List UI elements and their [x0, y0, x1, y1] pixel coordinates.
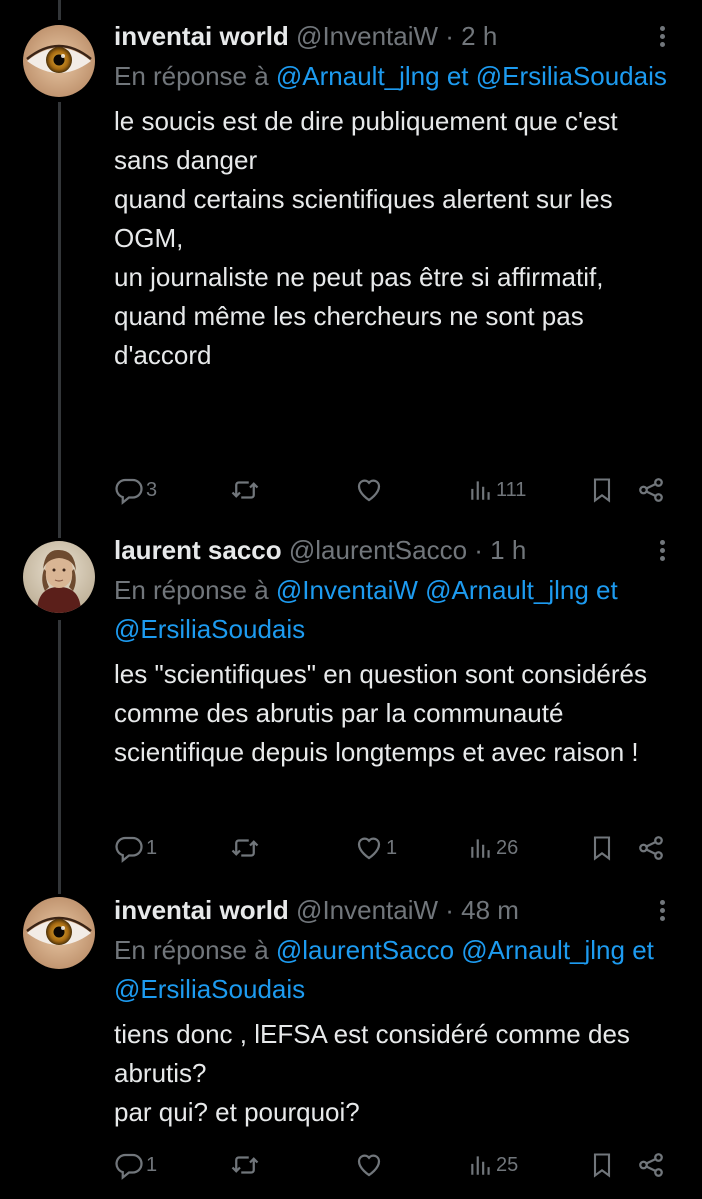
like-button[interactable]: 1: [354, 830, 397, 866]
reply-prefix: En réponse à: [114, 935, 276, 965]
like-button[interactable]: [354, 472, 386, 508]
thread-line: [58, 620, 61, 886]
bookmark-button[interactable]: [588, 830, 616, 866]
bookmark-button[interactable]: [588, 1147, 616, 1183]
timestamp[interactable]: 1 h: [490, 535, 526, 565]
tweet-text: les "scientifiques" en question sont con…: [114, 659, 647, 767]
like-button[interactable]: [354, 1147, 386, 1183]
more-icon[interactable]: [652, 900, 672, 924]
reply-mentions[interactable]: @Arnault_jlng et @ErsiliaSoudais: [276, 61, 667, 91]
tweet-text: le soucis est de dire publiquement que c…: [114, 106, 618, 370]
timestamp[interactable]: 48 m: [461, 895, 519, 925]
share-icon: [639, 1153, 663, 1177]
more-icon[interactable]: [652, 540, 672, 564]
thread-line: [58, 886, 61, 894]
like-count: 1: [386, 836, 398, 859]
bookmark-icon: [593, 478, 611, 503]
views-icon: [471, 1156, 490, 1175]
like-icon: [357, 837, 381, 860]
tweet-header: laurent sacco @laurentSacco · 1 h: [114, 532, 672, 568]
views-count: 26: [496, 836, 519, 859]
views-icon: [471, 481, 490, 500]
bookmark-icon: [593, 836, 611, 861]
reply-context: En réponse à @laurentSacco @Arnault_jlng…: [114, 931, 672, 1009]
reply-button[interactable]: 1: [114, 1147, 157, 1183]
reply-icon: [115, 478, 143, 505]
reply-icon: [115, 1153, 143, 1180]
thread-line: [58, 0, 61, 20]
action-bar: 1 25: [114, 1147, 674, 1183]
separator-dot: ·: [467, 535, 491, 565]
reply-context: En réponse à @Arnault_jlng et @ErsiliaSo…: [114, 57, 672, 96]
repost-button[interactable]: [230, 1147, 262, 1183]
reply-context: En réponse à @InventaiW @Arnault_jlng et…: [114, 571, 672, 649]
views-button[interactable]: 26: [468, 830, 518, 866]
avatar[interactable]: [23, 897, 95, 969]
views-count: 25: [496, 1153, 519, 1176]
reply-count: 1: [146, 1153, 158, 1176]
share-button[interactable]: [636, 830, 666, 866]
reply-prefix: En réponse à: [114, 61, 276, 91]
reply-button[interactable]: 3: [114, 472, 157, 508]
avatar[interactable]: [23, 541, 95, 613]
tweet[interactable]: laurent sacco @laurentSacco · 1 h En rép…: [0, 530, 702, 886]
author-handle[interactable]: @laurentSacco: [289, 535, 467, 565]
author-handle[interactable]: @InventaiW: [296, 895, 438, 925]
views-icon: [471, 839, 490, 858]
author-name[interactable]: laurent sacco: [114, 535, 282, 565]
share-button[interactable]: [636, 472, 666, 508]
tweet[interactable]: inventai world @InventaiW · 48 m En répo…: [0, 886, 702, 1199]
reply-prefix: En réponse à: [114, 575, 276, 605]
author-name[interactable]: inventai world: [114, 21, 289, 51]
action-bar: 1 1 26: [114, 830, 674, 866]
thread-line: [58, 530, 61, 538]
share-icon: [639, 478, 663, 502]
like-icon: [357, 479, 381, 502]
tweet[interactable]: inventai world @InventaiW · 2 h En répon…: [0, 0, 702, 530]
share-icon: [639, 836, 663, 860]
author-handle[interactable]: @InventaiW: [296, 21, 438, 51]
views-button[interactable]: 25: [468, 1147, 518, 1183]
views-button[interactable]: 111: [468, 472, 526, 508]
thread-line: [58, 102, 61, 530]
avatar[interactable]: [23, 25, 95, 97]
reply-count: 1: [146, 836, 158, 859]
repost-button[interactable]: [230, 830, 262, 866]
tweet-header: inventai world @InventaiW · 48 m: [114, 892, 672, 928]
reply-button[interactable]: 1: [114, 830, 157, 866]
more-icon[interactable]: [652, 26, 672, 50]
reply-icon: [115, 836, 143, 863]
repost-icon: [231, 839, 259, 857]
separator-dot: ·: [438, 895, 462, 925]
separator-dot: ·: [438, 21, 462, 51]
like-icon: [357, 1154, 381, 1177]
views-count: 111: [496, 478, 527, 501]
share-button[interactable]: [636, 1147, 666, 1183]
tweet-header: inventai world @InventaiW · 2 h: [114, 18, 672, 54]
author-name[interactable]: inventai world: [114, 895, 289, 925]
repost-button[interactable]: [230, 472, 262, 508]
bookmark-icon: [593, 1153, 611, 1178]
repost-icon: [231, 481, 259, 499]
reply-count: 3: [146, 478, 158, 501]
repost-icon: [231, 1156, 259, 1174]
bookmark-button[interactable]: [588, 472, 616, 508]
tweet-text: tiens donc , lEFSA est considéré comme d…: [114, 1019, 630, 1127]
timestamp[interactable]: 2 h: [461, 21, 497, 51]
action-bar: 3 111: [114, 472, 674, 508]
